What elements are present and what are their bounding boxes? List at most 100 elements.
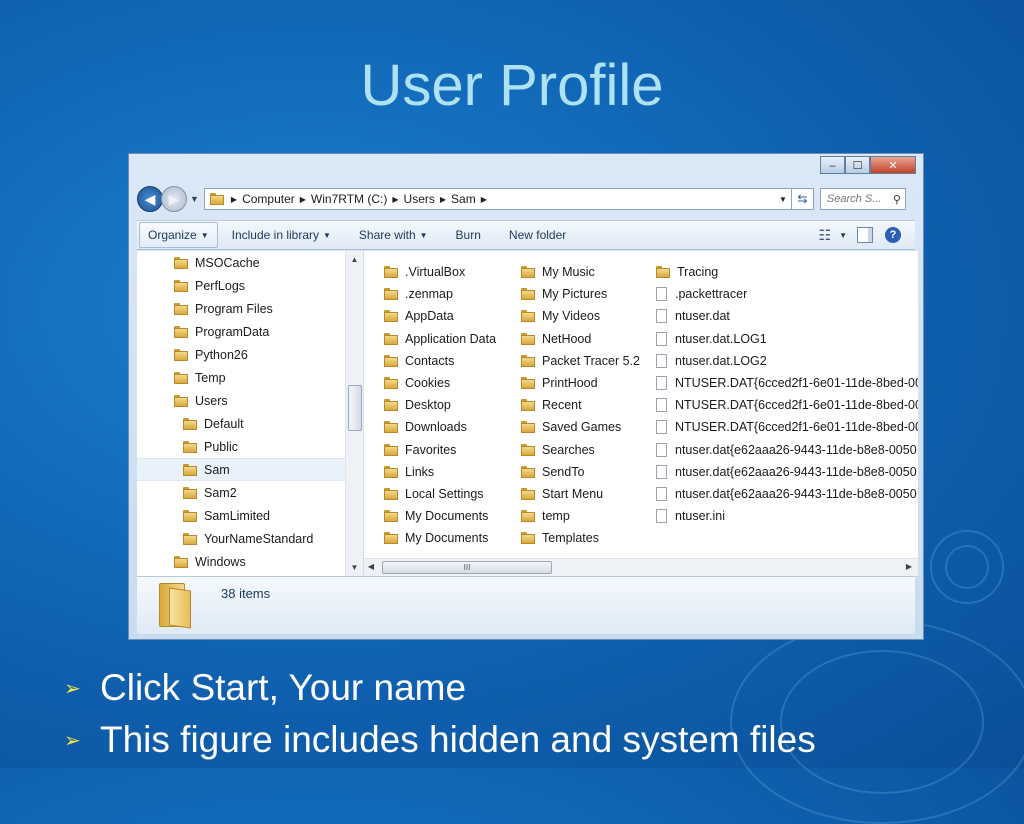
file-item[interactable]: ntuser.ini: [656, 505, 918, 527]
file-item[interactable]: Favorites: [384, 439, 496, 461]
chevron-down-icon: ▼: [419, 230, 428, 240]
change-view-icon[interactable]: ☷: [819, 227, 832, 244]
nav-item[interactable]: Default: [137, 412, 345, 435]
file-item[interactable]: Searches: [521, 439, 640, 461]
file-item[interactable]: My Music: [521, 261, 640, 283]
chevron-right-icon[interactable]: ▶: [231, 195, 237, 204]
file-item[interactable]: .packettracer: [656, 283, 918, 305]
scroll-right-icon[interactable]: ▶: [902, 562, 916, 571]
file-item[interactable]: ntuser.dat{e62aaa26-9443-11de-b8e8-0050: [656, 439, 918, 461]
maximize-button[interactable]: ☐: [845, 156, 870, 174]
nav-item[interactable]: Temp: [137, 366, 345, 389]
chevron-right-icon[interactable]: ▶: [392, 195, 398, 204]
file-item[interactable]: NTUSER.DAT{6cced2f1-6e01-11de-8bed-00: [656, 394, 918, 416]
file-item[interactable]: My Videos: [521, 305, 640, 327]
breadcrumb-users[interactable]: Users: [404, 192, 435, 206]
file-item[interactable]: .zenmap: [384, 283, 496, 305]
file-item[interactable]: ntuser.dat{e62aaa26-9443-11de-b8e8-0050: [656, 461, 918, 483]
share-with-button[interactable]: Share with ▼: [351, 223, 436, 247]
back-button[interactable]: ◀: [137, 186, 163, 212]
chevron-down-icon[interactable]: ▼: [839, 231, 847, 240]
burn-button[interactable]: Burn: [448, 223, 489, 247]
file-item[interactable]: My Documents: [384, 505, 496, 527]
address-dropdown-icon[interactable]: ▼: [779, 195, 787, 204]
file-item[interactable]: ntuser.dat: [656, 305, 918, 327]
nav-item[interactable]: Windows: [137, 550, 345, 573]
search-icon[interactable]: ⚲: [893, 193, 901, 206]
file-item[interactable]: SendTo: [521, 461, 640, 483]
nav-item[interactable]: ProgramData: [137, 320, 345, 343]
file-icon: [656, 309, 667, 324]
file-item[interactable]: Templates: [521, 527, 640, 549]
address-bar[interactable]: ▶ Computer ▶ Win7RTM (C:) ▶ Users ▶ Sam …: [203, 188, 792, 210]
nav-item[interactable]: Python26: [137, 343, 345, 366]
horizontal-scrollbar[interactable]: ◀ III ▶: [364, 558, 918, 576]
file-item[interactable]: Packet Tracer 5.2: [521, 350, 640, 372]
nav-item[interactable]: YourNameStandard: [137, 527, 345, 550]
file-item[interactable]: NetHood: [521, 328, 640, 350]
file-item[interactable]: temp: [521, 505, 640, 527]
scroll-left-icon[interactable]: ◀: [364, 562, 378, 571]
breadcrumb-drive[interactable]: Win7RTM (C:): [311, 192, 387, 206]
recent-pages-dropdown-icon[interactable]: ▼: [190, 194, 199, 204]
folder-icon: [521, 354, 535, 367]
file-item[interactable]: Cookies: [384, 372, 496, 394]
include-in-library-button[interactable]: Include in library ▼: [224, 223, 339, 247]
folder-icon: [384, 465, 398, 478]
file-item[interactable]: ntuser.dat.LOG1: [656, 328, 918, 350]
file-item[interactable]: Contacts: [384, 350, 496, 372]
nav-item[interactable]: MSOCache: [137, 251, 345, 274]
nav-vertical-scrollbar[interactable]: ▲ ▼: [345, 251, 363, 576]
file-item[interactable]: NTUSER.DAT{6cced2f1-6e01-11de-8bed-00: [656, 372, 918, 394]
shortcut-folder-icon: [384, 332, 398, 345]
file-item[interactable]: ntuser.dat.LOG2: [656, 350, 918, 372]
nav-scroll-thumb[interactable]: [348, 385, 362, 431]
file-item-label: .packettracer: [675, 287, 748, 302]
chevron-right-icon[interactable]: ▶: [440, 195, 446, 204]
nav-item[interactable]: Sam: [137, 458, 345, 481]
breadcrumb-computer[interactable]: Computer: [242, 192, 295, 206]
file-item[interactable]: Desktop: [384, 394, 496, 416]
help-icon[interactable]: ?: [885, 227, 901, 243]
horizontal-scroll-thumb[interactable]: III: [382, 561, 552, 574]
include-in-library-label: Include in library: [231, 228, 319, 242]
nav-item[interactable]: PerfLogs: [137, 274, 345, 297]
search-input[interactable]: [826, 193, 889, 205]
nav-item[interactable]: Users: [137, 389, 345, 412]
file-item[interactable]: My Pictures: [521, 283, 640, 305]
chevron-right-icon[interactable]: ▶: [300, 195, 306, 204]
file-item[interactable]: NTUSER.DAT{6cced2f1-6e01-11de-8bed-00: [656, 416, 918, 438]
nav-item[interactable]: Sam2: [137, 481, 345, 504]
folder-icon: [174, 279, 188, 292]
file-item[interactable]: My Documents: [384, 527, 496, 549]
scroll-up-icon[interactable]: ▲: [346, 255, 363, 264]
nav-item[interactable]: Program Files: [137, 297, 345, 320]
file-item[interactable]: .VirtualBox: [384, 261, 496, 283]
nav-item[interactable]: SamLimited: [137, 504, 345, 527]
file-item[interactable]: AppData: [384, 305, 496, 327]
preview-pane-icon[interactable]: [857, 227, 873, 243]
nav-item[interactable]: Public: [137, 435, 345, 458]
chevron-right-icon[interactable]: ▶: [481, 195, 487, 204]
file-item[interactable]: Recent: [521, 394, 640, 416]
file-item[interactable]: ntuser.dat{e62aaa26-9443-11de-b8e8-0050: [656, 483, 918, 505]
forward-button[interactable]: ▶: [161, 186, 187, 212]
file-item[interactable]: Downloads: [384, 416, 496, 438]
file-item[interactable]: Links: [384, 461, 496, 483]
file-item[interactable]: Saved Games: [521, 416, 640, 438]
minimize-button[interactable]: ‒: [820, 156, 845, 174]
scroll-down-icon[interactable]: ▼: [346, 563, 363, 572]
file-item[interactable]: PrintHood: [521, 372, 640, 394]
file-item[interactable]: Tracing: [656, 261, 918, 283]
breadcrumb-sam[interactable]: Sam: [451, 192, 476, 206]
file-item-label: My Videos: [542, 309, 601, 324]
close-button[interactable]: ✕: [870, 156, 916, 174]
file-item-label: My Documents: [405, 531, 489, 546]
search-box[interactable]: ⚲: [819, 188, 906, 210]
file-item[interactable]: Local Settings: [384, 483, 496, 505]
file-item[interactable]: Start Menu: [521, 483, 640, 505]
refresh-button[interactable]: ⇆: [791, 188, 814, 210]
file-item[interactable]: Application Data: [384, 328, 496, 350]
new-folder-button[interactable]: New folder: [501, 223, 574, 247]
organize-button[interactable]: Organize ▼: [139, 222, 218, 248]
